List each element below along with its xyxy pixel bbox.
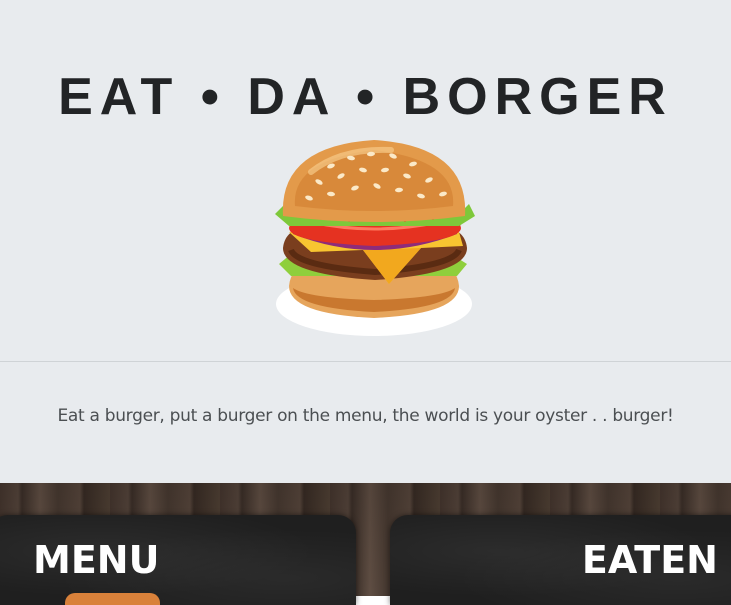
menu-board: MENU bbox=[0, 515, 356, 605]
burger-icon bbox=[275, 140, 475, 336]
tagline: Eat a burger, put a burger on the menu, … bbox=[57, 406, 674, 426]
menu-title: MENU bbox=[33, 538, 160, 582]
menu-item-button[interactable] bbox=[65, 593, 160, 605]
eaten-title: EATEN bbox=[581, 538, 718, 582]
page-title: EAT • DA • BORGER bbox=[58, 68, 673, 126]
hero-header: EAT • DA • BORGER Eat a burger, put a bu… bbox=[0, 0, 731, 483]
eaten-board: EATEN bbox=[390, 515, 731, 605]
divider bbox=[0, 361, 731, 362]
